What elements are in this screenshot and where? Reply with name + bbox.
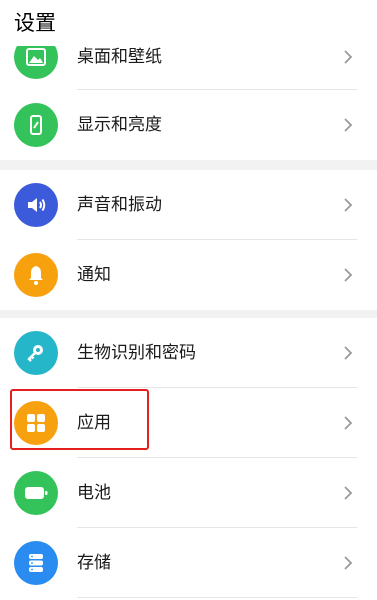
battery-icon xyxy=(14,471,58,515)
divider xyxy=(77,597,357,598)
chevron-right-icon xyxy=(344,268,353,282)
settings-item-label: 声音和振动 xyxy=(77,195,162,215)
settings-item-label: 生物识别和密码 xyxy=(77,343,196,363)
settings-list: 桌面和壁纸 显示和亮度 声音和振动 通知 生物识别和密码 应用 电池 存储 xyxy=(0,0,377,600)
settings-item-label: 显示和亮度 xyxy=(77,115,162,135)
chevron-right-icon xyxy=(344,118,353,132)
settings-item-biometrics[interactable]: 生物识别和密码 xyxy=(0,318,377,388)
settings-item-storage[interactable]: 存储 xyxy=(0,528,377,598)
app-header: 设置 xyxy=(0,0,377,46)
chevron-right-icon xyxy=(344,416,353,430)
chevron-right-icon xyxy=(344,486,353,500)
bell-icon xyxy=(14,253,58,297)
settings-item-label: 电池 xyxy=(77,483,111,503)
chevron-right-icon xyxy=(344,198,353,212)
settings-item-battery[interactable]: 电池 xyxy=(0,458,377,528)
chevron-right-icon xyxy=(344,346,353,360)
chevron-right-icon xyxy=(344,50,353,64)
group-separator xyxy=(0,160,377,170)
page-title: 设置 xyxy=(14,11,56,35)
volume-icon xyxy=(14,183,58,227)
chevron-right-icon xyxy=(344,556,353,570)
display-icon xyxy=(14,103,58,147)
storage-icon xyxy=(14,541,58,585)
settings-item-sound[interactable]: 声音和振动 xyxy=(0,170,377,240)
key-icon xyxy=(14,331,58,375)
settings-item-display[interactable]: 显示和亮度 xyxy=(0,90,377,160)
settings-item-label: 通知 xyxy=(77,265,111,285)
settings-item-notifications[interactable]: 通知 xyxy=(0,240,377,310)
highlight-box xyxy=(10,389,149,450)
settings-item-label: 存储 xyxy=(77,553,111,573)
